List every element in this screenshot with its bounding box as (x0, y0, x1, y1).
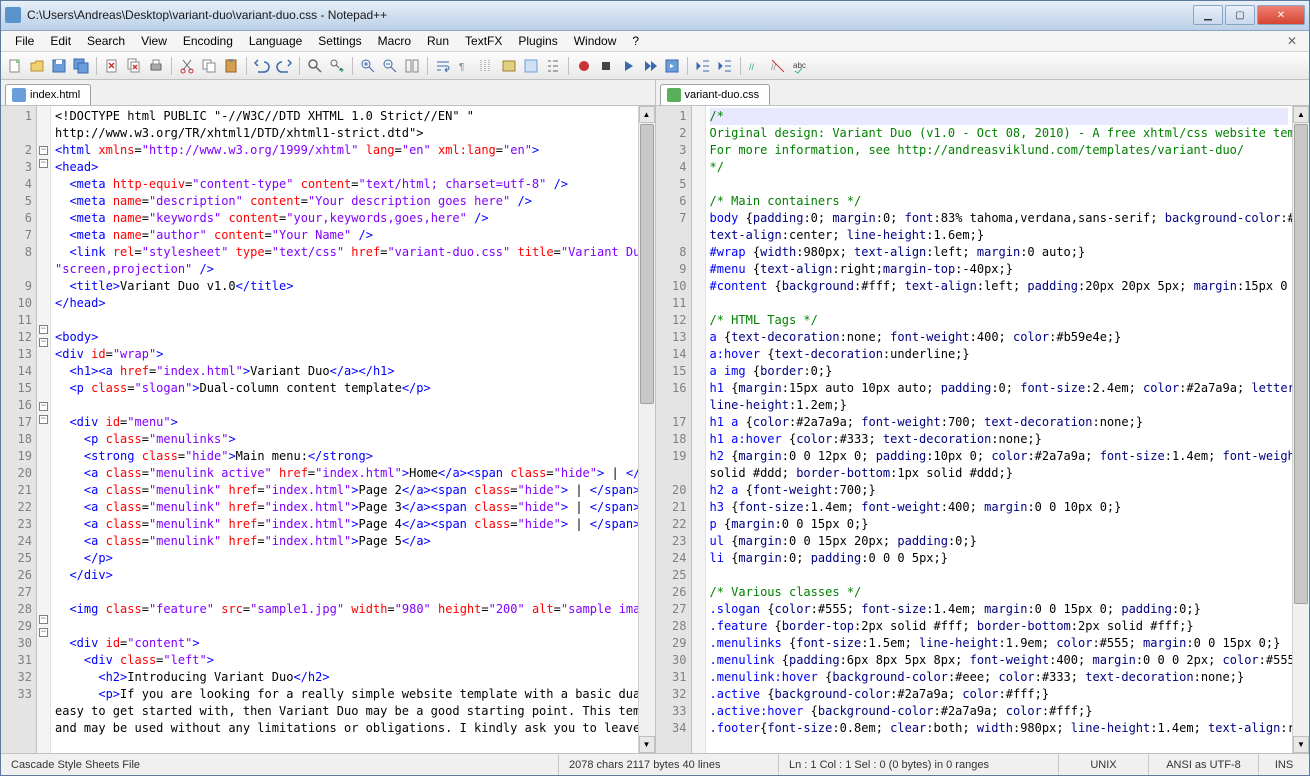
play-macro-icon[interactable] (618, 56, 638, 76)
menu-encoding[interactable]: Encoding (175, 32, 241, 50)
html-file-icon (12, 88, 26, 102)
scroll-down-icon[interactable]: ▼ (639, 736, 655, 753)
menu-view[interactable]: View (133, 32, 175, 50)
scroll-thumb[interactable] (1294, 124, 1308, 604)
statusbar: Cascade Style Sheets File 2078 chars 211… (1, 753, 1309, 775)
tab-label: index.html (30, 89, 80, 101)
paste-icon[interactable] (221, 56, 241, 76)
menu-textfx[interactable]: TextFX (457, 32, 510, 50)
status-encoding: ANSI as UTF-8 (1149, 754, 1259, 775)
menu-window[interactable]: Window (566, 32, 625, 50)
svg-text:abc: abc (793, 61, 806, 70)
right-line-numbers: 1234567 8910111213141516 171819 20212223… (656, 106, 692, 753)
outdent-icon[interactable] (693, 56, 713, 76)
cut-icon[interactable] (177, 56, 197, 76)
toolbar: ¶ // // abc (1, 52, 1309, 80)
right-fold-column[interactable] (692, 106, 706, 753)
stop-macro-icon[interactable] (596, 56, 616, 76)
function-list-icon[interactable] (543, 56, 563, 76)
menubar: File Edit Search View Encoding Language … (1, 31, 1309, 53)
status-size: 2078 chars 2117 bytes 40 lines (559, 754, 779, 775)
left-tabbar: index.html (1, 80, 655, 106)
status-position: Ln : 1 Col : 1 Sel : 0 (0 bytes) in 0 ra… (779, 754, 1059, 775)
scroll-down-icon[interactable]: ▼ (1293, 736, 1309, 753)
scroll-up-icon[interactable]: ▲ (1293, 106, 1309, 123)
menu-macro[interactable]: Macro (370, 32, 419, 50)
record-macro-icon[interactable] (574, 56, 594, 76)
right-editor[interactable]: 1234567 8910111213141516 171819 20212223… (656, 106, 1310, 753)
redo-icon[interactable] (274, 56, 294, 76)
right-code-area[interactable]: /*Original design: Variant Duo (v1.0 - O… (706, 106, 1293, 753)
word-wrap-icon[interactable] (433, 56, 453, 76)
undo-icon[interactable] (252, 56, 272, 76)
menu-help[interactable]: ? (624, 32, 647, 50)
comment-icon[interactable]: // (746, 56, 766, 76)
save-macro-icon[interactable] (662, 56, 682, 76)
left-fold-column[interactable]: −−−−−−−− (37, 106, 51, 753)
close-button[interactable]: ✕ (1257, 5, 1305, 25)
menu-plugins[interactable]: Plugins (510, 32, 565, 50)
app-icon (5, 7, 21, 23)
status-eol: UNIX (1059, 754, 1149, 775)
copy-icon[interactable] (199, 56, 219, 76)
print-icon[interactable] (146, 56, 166, 76)
menu-search[interactable]: Search (79, 32, 133, 50)
right-tabbar: variant-duo.css (656, 80, 1310, 106)
window-title: C:\Users\Andreas\Desktop\variant-duo\var… (27, 8, 1193, 22)
find-icon[interactable] (305, 56, 325, 76)
tab-index-html[interactable]: index.html (5, 84, 91, 105)
scroll-thumb[interactable] (640, 124, 654, 404)
svg-text://: // (749, 62, 755, 72)
zoom-out-icon[interactable] (380, 56, 400, 76)
css-file-icon (667, 88, 681, 102)
close-all-icon[interactable] (124, 56, 144, 76)
maximize-button[interactable]: ▢ (1225, 5, 1255, 25)
menu-run[interactable]: Run (419, 32, 457, 50)
doc-map-icon[interactable] (521, 56, 541, 76)
menu-language[interactable]: Language (241, 32, 310, 50)
menu-edit[interactable]: Edit (42, 32, 79, 50)
left-scrollbar[interactable]: ▲ ▼ (638, 106, 655, 753)
open-file-icon[interactable] (27, 56, 47, 76)
save-icon[interactable] (49, 56, 69, 76)
app-window: C:\Users\Andreas\Desktop\variant-duo\var… (0, 0, 1310, 776)
left-code-area[interactable]: <!DOCTYPE html PUBLIC "-//W3C//DTD XHTML… (51, 106, 638, 753)
left-editor[interactable]: 1 2345678 910111213141516171819202122232… (1, 106, 655, 753)
spellcheck-icon[interactable]: abc (790, 56, 810, 76)
new-file-icon[interactable] (5, 56, 25, 76)
tab-label: variant-duo.css (685, 89, 760, 101)
titlebar: C:\Users\Andreas\Desktop\variant-duo\var… (1, 1, 1309, 31)
svg-text:¶: ¶ (459, 62, 464, 73)
show-all-chars-icon[interactable]: ¶ (455, 56, 475, 76)
user-lang-icon[interactable] (499, 56, 519, 76)
replace-icon[interactable] (327, 56, 347, 76)
menu-close-icon[interactable]: ✕ (1281, 34, 1303, 48)
menu-file[interactable]: File (7, 32, 42, 50)
save-all-icon[interactable] (71, 56, 91, 76)
minimize-button[interactable]: ▁ (1193, 5, 1223, 25)
indent-guide-icon[interactable] (477, 56, 497, 76)
left-line-numbers: 1 2345678 910111213141516171819202122232… (1, 106, 37, 753)
play-multi-icon[interactable] (640, 56, 660, 76)
scroll-up-icon[interactable]: ▲ (639, 106, 655, 123)
status-filetype: Cascade Style Sheets File (1, 754, 559, 775)
tab-variant-duo-css[interactable]: variant-duo.css (660, 84, 771, 105)
menu-settings[interactable]: Settings (310, 32, 369, 50)
zoom-in-icon[interactable] (358, 56, 378, 76)
uncomment-icon[interactable]: // (768, 56, 788, 76)
indent-icon[interactable] (715, 56, 735, 76)
status-mode: INS (1259, 754, 1309, 775)
editor-area: index.html 1 2345678 9101112131415161718… (1, 80, 1309, 753)
sync-scroll-icon[interactable] (402, 56, 422, 76)
close-file-icon[interactable] (102, 56, 122, 76)
left-pane: index.html 1 2345678 9101112131415161718… (1, 80, 656, 753)
right-pane: variant-duo.css 1234567 8910111213141516… (656, 80, 1310, 753)
right-scrollbar[interactable]: ▲ ▼ (1292, 106, 1309, 753)
